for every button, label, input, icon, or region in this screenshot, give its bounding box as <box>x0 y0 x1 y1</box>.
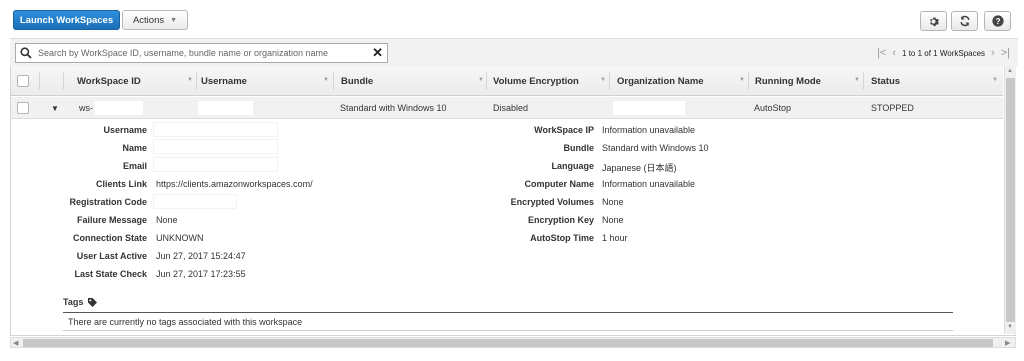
sort-arrow-icon: ▼ <box>854 77 860 83</box>
workspace-details: Username Name Email Clients Link https:/… <box>11 120 1003 335</box>
last-page-icon[interactable]: >| <box>1001 47 1010 59</box>
vertical-scrollbar[interactable]: ▲ ▼ <box>1004 66 1016 334</box>
detail-value-last-state-check: Jun 27, 2017 17:23:55 <box>156 269 246 279</box>
row-checkbox[interactable] <box>17 102 29 114</box>
actions-button[interactable]: Actions ▼ <box>122 10 188 30</box>
detail-label-workspace-ip: WorkSpace IP <box>534 125 594 135</box>
detail-value-encryption-key: None <box>602 215 624 225</box>
settings-button[interactable] <box>920 11 947 31</box>
help-icon: ? <box>991 15 1004 27</box>
detail-label-autostop-time: AutoStop Time <box>530 233 594 243</box>
horizontal-scroll-thumb[interactable] <box>23 339 993 347</box>
detail-value-bundle: Standard with Windows 10 <box>602 143 709 153</box>
cell-status: STOPPED <box>871 103 914 113</box>
detail-value-workspace-ip: Information unavailable <box>602 125 696 135</box>
search-icon <box>20 47 32 59</box>
refresh-button[interactable] <box>951 11 978 31</box>
detail-value-autostop-time: 1 hour <box>602 233 628 243</box>
chevron-down-icon: ▼ <box>170 16 178 24</box>
redacted-name-value <box>153 139 278 154</box>
redacted-email-value <box>153 157 278 172</box>
detail-label-email: Email <box>122 161 147 171</box>
column-status[interactable]: Status <box>865 66 900 96</box>
table-header: WorkSpace ID ▼ Username ▼ Bundle ▼ Volum… <box>11 66 1003 96</box>
redacted-username-value <box>153 122 278 137</box>
detail-label-last-state-check: Last State Check <box>74 269 147 279</box>
next-page-icon[interactable]: › <box>991 47 995 59</box>
sort-arrow-icon: ▼ <box>478 77 484 83</box>
sort-arrow-icon: ▼ <box>600 77 606 83</box>
scroll-down-icon[interactable]: ▼ <box>1007 324 1013 330</box>
column-running-mode[interactable]: Running Mode <box>749 66 821 96</box>
tag-icon <box>88 297 98 307</box>
detail-label-connection-state: Connection State <box>72 233 147 243</box>
detail-value-failure-message: None <box>156 215 178 225</box>
gear-icon <box>930 17 939 26</box>
tags-divider <box>63 312 953 313</box>
clear-search-icon[interactable]: ✕ <box>372 45 383 61</box>
column-organization-name[interactable]: Organization Name <box>611 66 704 96</box>
detail-label-clients-link: Clients Link <box>95 179 147 189</box>
detail-value-computer-name: Information unavailable <box>602 179 696 189</box>
cell-running-mode: AutoStop <box>754 103 792 113</box>
detail-label-computer-name: Computer Name <box>524 179 594 189</box>
detail-value-language: Japanese (日本語) <box>602 163 677 173</box>
column-bundle[interactable]: Bundle <box>335 66 373 96</box>
svg-text:?: ? <box>995 17 1000 26</box>
sort-arrow-icon: ▼ <box>992 77 998 83</box>
detail-label-language: Language <box>551 161 594 171</box>
sort-arrow-icon: ▼ <box>323 77 329 83</box>
cell-workspace-id: ws- <box>79 103 93 113</box>
detail-label-user-last-active: User Last Active <box>76 251 147 261</box>
toolbar: Launch WorkSpaces Actions ▼ ? <box>0 0 1024 38</box>
detail-label-bundle: Bundle <box>563 143 595 153</box>
detail-value-user-last-active: Jun 27, 2017 15:24:47 <box>156 251 246 261</box>
scroll-left-icon[interactable]: ◀ <box>13 339 18 347</box>
column-username[interactable]: Username <box>195 66 247 96</box>
search-box: ✕ <box>15 43 388 63</box>
detail-label-failure-message: Failure Message <box>76 215 147 225</box>
launch-workspaces-button[interactable]: Launch WorkSpaces <box>13 10 120 30</box>
redacted-username <box>198 101 253 115</box>
detail-value-encrypted-volumes: None <box>602 197 624 207</box>
pagination: |< ‹ 1 to 1 of 1 WorkSpaces › >| <box>877 46 1010 60</box>
search-input[interactable] <box>38 44 363 62</box>
help-button[interactable]: ? <box>984 11 1011 31</box>
redacted-registration-code <box>153 194 237 209</box>
prev-page-icon[interactable]: ‹ <box>892 47 896 59</box>
tags-label: Tags <box>63 297 84 307</box>
detail-value-clients-link[interactable]: https://clients.amazonworkspaces.com/ <box>156 179 313 189</box>
pagination-text: 1 to 1 of 1 WorkSpaces <box>902 48 986 58</box>
redacted-workspace-id <box>95 101 143 115</box>
expand-row-icon[interactable]: ▼ <box>51 104 59 113</box>
detail-label-encrypted-volumes: Encrypted Volumes <box>510 197 594 207</box>
tags-bottom-divider <box>63 330 953 331</box>
detail-label-registration-code: Registration Code <box>69 197 147 207</box>
workspaces-table: WorkSpace ID ▼ Username ▼ Bundle ▼ Volum… <box>10 66 1016 336</box>
cell-bundle: Standard with Windows 10 <box>340 103 447 113</box>
detail-label-encryption-key: Encryption Key <box>527 215 594 225</box>
table-row[interactable]: ▼ ws- Standard with Windows 10 Disabled … <box>11 97 1003 119</box>
scroll-right-icon[interactable]: ▶ <box>1005 339 1010 347</box>
detail-label-username: Username <box>103 125 147 135</box>
detail-value-connection-state: UNKNOWN <box>156 233 204 243</box>
refresh-icon <box>960 15 969 27</box>
tags-section-label: Tags <box>63 297 98 307</box>
sort-arrow-icon: ▼ <box>739 77 745 83</box>
tags-empty-message: There are currently no tags associated w… <box>68 317 303 327</box>
column-workspace-id[interactable]: WorkSpace ID <box>71 66 141 96</box>
search-bar: ✕ |< ‹ 1 to 1 of 1 WorkSpaces › >| <box>10 38 1018 66</box>
column-volume-encryption[interactable]: Volume Encryption <box>487 66 579 96</box>
redacted-organization-name <box>613 101 685 115</box>
horizontal-scrollbar[interactable]: ◀ ▶ <box>10 337 1016 348</box>
first-page-icon[interactable]: |< <box>877 47 886 59</box>
detail-label-name: Name <box>122 143 147 153</box>
cell-volume-encryption: Disabled <box>493 103 529 113</box>
scroll-up-icon[interactable]: ▲ <box>1007 68 1013 74</box>
vertical-scroll-thumb[interactable] <box>1006 78 1015 322</box>
sort-arrow-icon: ▼ <box>187 77 193 83</box>
actions-label: Actions <box>132 14 165 26</box>
select-all-checkbox[interactable] <box>17 75 29 87</box>
